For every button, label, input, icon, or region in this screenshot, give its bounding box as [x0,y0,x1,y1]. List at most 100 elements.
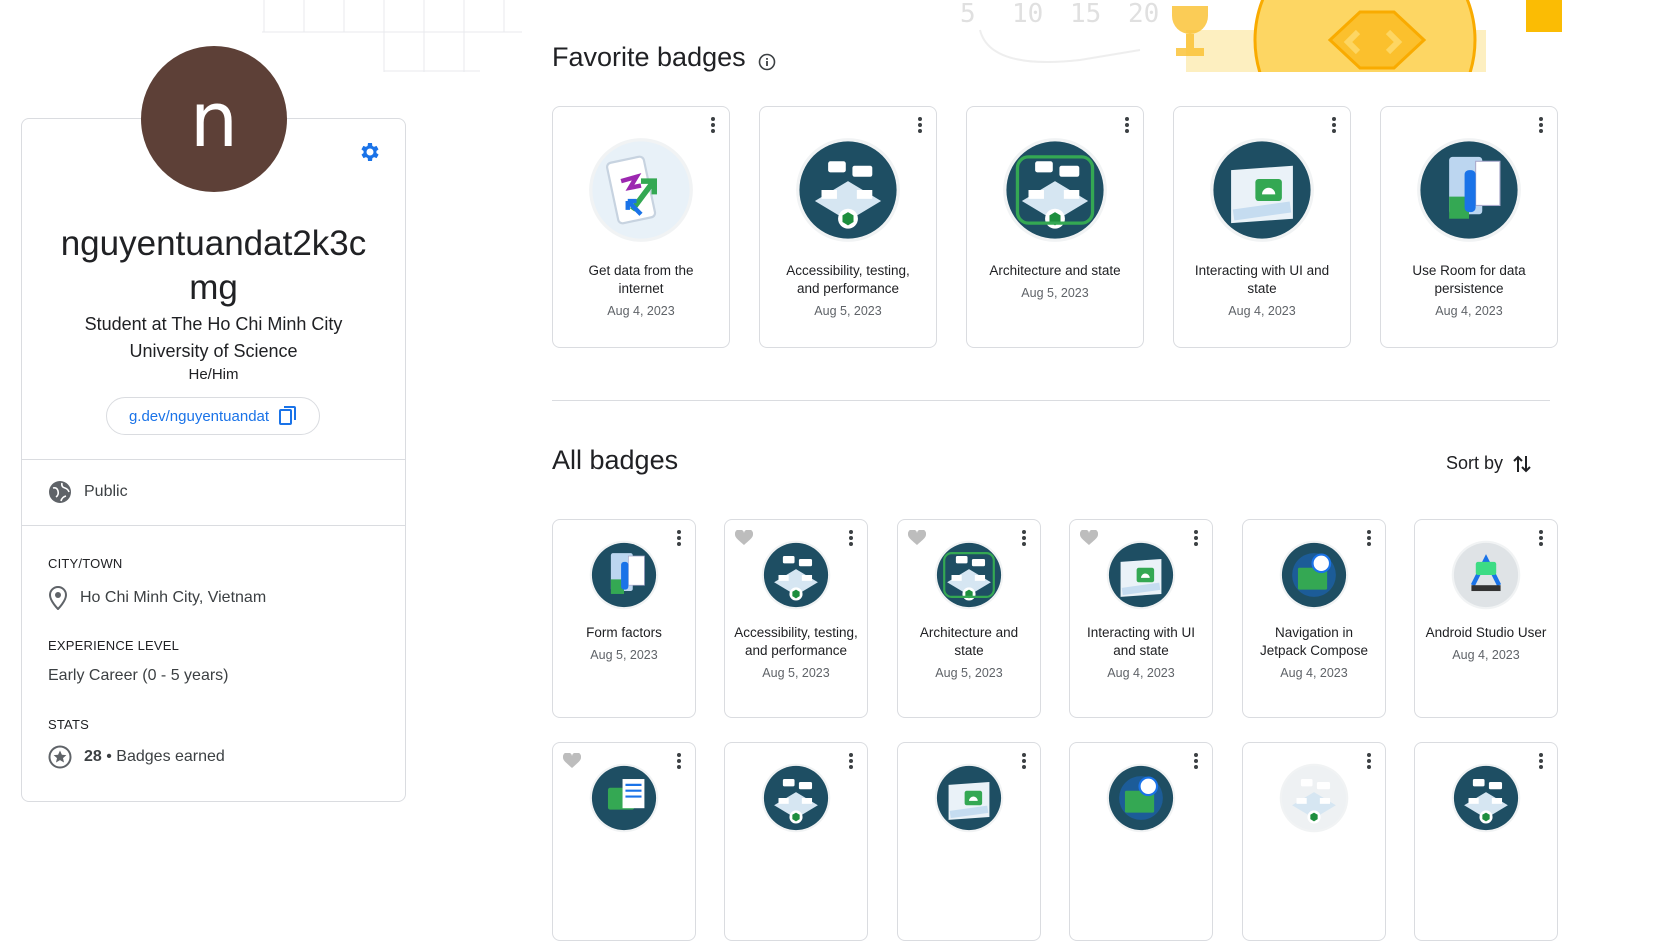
city-row: Ho Chi Minh City, Vietnam [48,586,266,610]
badge-image [795,137,901,248]
star-badge-icon [48,745,72,769]
sort-by-button[interactable]: Sort by [1446,453,1531,474]
more-vert-icon[interactable] [1022,530,1026,548]
sort-icon [1513,455,1531,472]
svg-text:15: 15 [1070,0,1101,29]
more-vert-icon[interactable] [1367,530,1371,548]
badge-date: Aug 5, 2023 [935,666,1003,680]
more-vert-icon[interactable] [849,530,853,548]
more-vert-icon[interactable] [677,530,681,548]
badge-card[interactable] [897,742,1041,941]
heart-icon[interactable] [562,752,582,769]
badge-date: Aug 4, 2023 [1452,648,1520,662]
heart-icon[interactable] [1079,529,1099,546]
badge-image [1106,763,1176,838]
badge-card[interactable]: Accessibility, testing, and performance A… [759,106,937,348]
badge-image [1451,763,1521,838]
badge-date: Aug 4, 2023 [1280,666,1348,680]
badge-image [1002,137,1108,248]
profile-link-chip[interactable]: g.dev/nguyentuandat [106,397,320,435]
badge-image [1209,137,1315,248]
badge-date: Aug 4, 2023 [607,304,675,318]
more-vert-icon[interactable] [1539,753,1543,771]
more-vert-icon[interactable] [849,753,853,771]
svg-text:10: 10 [1012,0,1043,29]
all-badges-title: All badges [552,445,679,475]
decorative-banner: 5 10 15 20 [960,0,1562,72]
badge-image [589,540,659,615]
badge-image [761,540,831,615]
location-pin-icon [48,586,68,610]
globe-icon [49,481,71,503]
info-icon[interactable] [758,53,776,71]
divider [22,525,405,526]
stats-row: 28 • Badges earned [48,745,225,769]
badge-date: Aug 4, 2023 [1228,304,1296,318]
badge-card[interactable]: Accessibility, testing, and performance A… [724,519,868,718]
stats-label: STATS [48,717,89,732]
city-value: Ho Chi Minh City, Vietnam [80,589,267,606]
badge-card[interactable] [1069,742,1213,941]
more-vert-icon[interactable] [677,753,681,771]
visibility-row: Public [48,480,128,504]
badge-card[interactable]: Architecture and state Aug 5, 2023 [897,519,1041,718]
badge-card[interactable] [724,742,868,941]
badge-title: Android Studio User [1425,625,1547,640]
badge-card[interactable] [1414,742,1558,941]
badge-image [761,763,831,838]
username: nguyentuandat2k3cmg [60,224,367,307]
heart-icon[interactable] [734,529,754,546]
badge-image [1106,540,1176,615]
profile-link[interactable]: g.dev/nguyentuandat [129,408,269,425]
badge-card[interactable]: Form factors Aug 5, 2023 [552,519,696,718]
more-vert-icon[interactable] [1022,753,1026,771]
badge-title: Interacting with UI and state [1194,263,1330,296]
more-vert-icon[interactable] [1125,117,1129,135]
badge-card[interactable] [1242,742,1386,941]
more-vert-icon[interactable] [1194,753,1198,771]
decorative-grid [262,0,522,72]
visibility-label: Public [84,483,128,500]
avatar: n [141,46,287,192]
more-vert-icon[interactable] [1332,117,1336,135]
badge-card[interactable]: Architecture and state Aug 5, 2023 [966,106,1144,348]
badge-title: Form factors [586,625,662,640]
svg-text:20: 20 [1128,0,1159,29]
badge-card[interactable]: Android Studio User Aug 4, 2023 [1414,519,1558,718]
gear-icon[interactable] [358,140,382,164]
badge-card[interactable]: Interacting with UI and state Aug 4, 2023 [1069,519,1213,718]
badge-date: Aug 4, 2023 [1435,304,1503,318]
badge-card[interactable]: Navigation in Jetpack Compose Aug 4, 2023 [1242,519,1386,718]
badge-card[interactable]: Use Room for data persistence Aug 4, 2023 [1380,106,1558,348]
more-vert-icon[interactable] [1367,753,1371,771]
pronouns: He/Him [188,366,239,383]
badge-title: Get data from the internet [588,263,694,296]
badge-image [589,763,659,838]
section-divider [552,400,1550,401]
badge-card[interactable] [552,742,696,941]
badge-title: Accessibility, testing, and performance [786,263,910,296]
badges-count: 28 [84,748,102,765]
heart-icon[interactable] [907,529,927,546]
more-vert-icon[interactable] [711,117,715,135]
sort-by-label: Sort by [1446,453,1504,473]
badge-image [1451,540,1521,615]
divider [22,459,405,460]
badge-image [588,137,694,248]
copy-icon[interactable] [279,406,297,426]
badge-date: Aug 5, 2023 [590,648,658,662]
more-vert-icon[interactable] [918,117,922,135]
badge-title: Accessibility, testing, and performance [734,625,858,658]
badge-date: Aug 5, 2023 [814,304,882,318]
badge-date: Aug 5, 2023 [762,666,830,680]
badge-card[interactable]: Interacting with UI and state Aug 4, 2023 [1173,106,1351,348]
badge-image [1416,137,1522,248]
profile-card [21,118,406,802]
more-vert-icon[interactable] [1539,117,1543,135]
city-label: CITY/TOWN [48,556,123,571]
more-vert-icon[interactable] [1539,530,1543,548]
badge-card[interactable]: Get data from the internet Aug 4, 2023 [552,106,730,348]
badge-image [934,763,1004,838]
more-vert-icon[interactable] [1194,530,1198,548]
badge-date: Aug 5, 2023 [1021,286,1089,300]
